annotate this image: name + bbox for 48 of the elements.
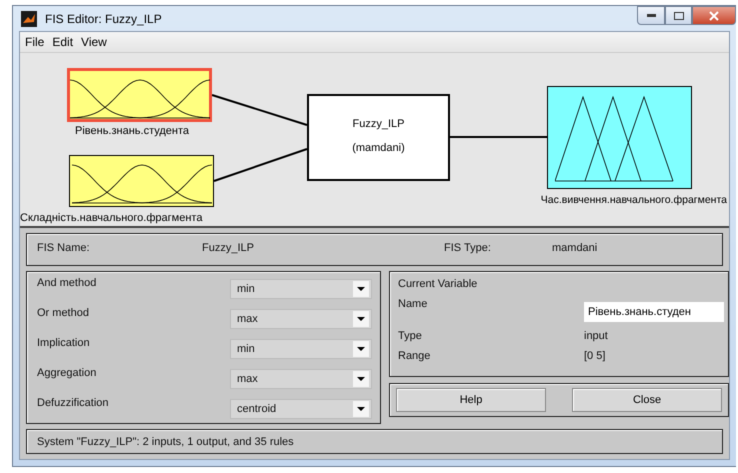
caret-icon bbox=[357, 377, 365, 381]
minimize-icon bbox=[646, 14, 656, 17]
variable-label: Складність.навчального.фрагмента bbox=[20, 212, 202, 224]
info-label: FIS Name: bbox=[37, 242, 91, 256]
close-icon bbox=[709, 10, 719, 20]
menu-item[interactable]: File bbox=[25, 35, 44, 49]
type-value: input bbox=[584, 330, 609, 342]
menu-item[interactable]: Edit bbox=[52, 35, 74, 49]
input-variable-block[interactable] bbox=[67, 68, 212, 122]
method-dropdown[interactable]: max bbox=[230, 309, 372, 329]
caret-icon bbox=[357, 317, 365, 321]
method-label: Or method bbox=[37, 307, 90, 319]
maximize-icon bbox=[674, 12, 684, 20]
system-name: Fuzzy_ILP bbox=[352, 118, 406, 130]
window-title: FIS Editor: Fuzzy_ILP bbox=[45, 12, 162, 26]
info-value: Fuzzy_ILP bbox=[202, 242, 255, 256]
method-label: And method bbox=[37, 277, 98, 289]
variable-label: Час.вивчення.навчального.фрагмента bbox=[540, 194, 727, 206]
method-dropdown[interactable]: min bbox=[230, 339, 372, 359]
method-dropdown[interactable]: centroid bbox=[230, 399, 372, 419]
caret-icon bbox=[357, 287, 365, 291]
field-label: Range bbox=[398, 350, 432, 364]
info-value: mamdani bbox=[552, 242, 598, 256]
method-label: Defuzzification bbox=[37, 397, 110, 409]
variable-label: Рівень.знань.студента bbox=[75, 125, 190, 137]
method-label: Aggregation bbox=[37, 367, 98, 379]
maximize-button[interactable] bbox=[665, 6, 692, 25]
caret-icon bbox=[357, 347, 365, 351]
method-dropdown[interactable]: max bbox=[230, 369, 372, 389]
method-label: Implication bbox=[37, 337, 91, 349]
caret-icon bbox=[357, 407, 365, 411]
section-title: Current Variable bbox=[398, 278, 478, 290]
dialog-button[interactable]: Help bbox=[396, 388, 546, 412]
app-logo-icon bbox=[21, 10, 37, 26]
dialog-button[interactable]: Close bbox=[572, 388, 722, 412]
system-type: (mamdani) bbox=[351, 142, 406, 154]
status-text: System "Fuzzy_ILP": 2 inputs, 1 output, and 35 rules bbox=[37, 436, 294, 448]
field-label: Type bbox=[398, 330, 423, 342]
name-field[interactable]: Рівень.знань.студен bbox=[584, 302, 724, 322]
output-variable-block[interactable] bbox=[547, 86, 692, 189]
info-label: FIS Type: bbox=[443, 242, 492, 256]
field-label: Name bbox=[398, 298, 428, 312]
method-dropdown[interactable]: min bbox=[230, 279, 372, 299]
range-value: [0 5] bbox=[584, 350, 606, 362]
system-block[interactable]: Fuzzy_ILP (mamdani) bbox=[307, 94, 450, 181]
close-button[interactable] bbox=[692, 6, 736, 25]
menu-item[interactable]: View bbox=[81, 35, 107, 49]
minimize-button[interactable] bbox=[637, 6, 665, 25]
